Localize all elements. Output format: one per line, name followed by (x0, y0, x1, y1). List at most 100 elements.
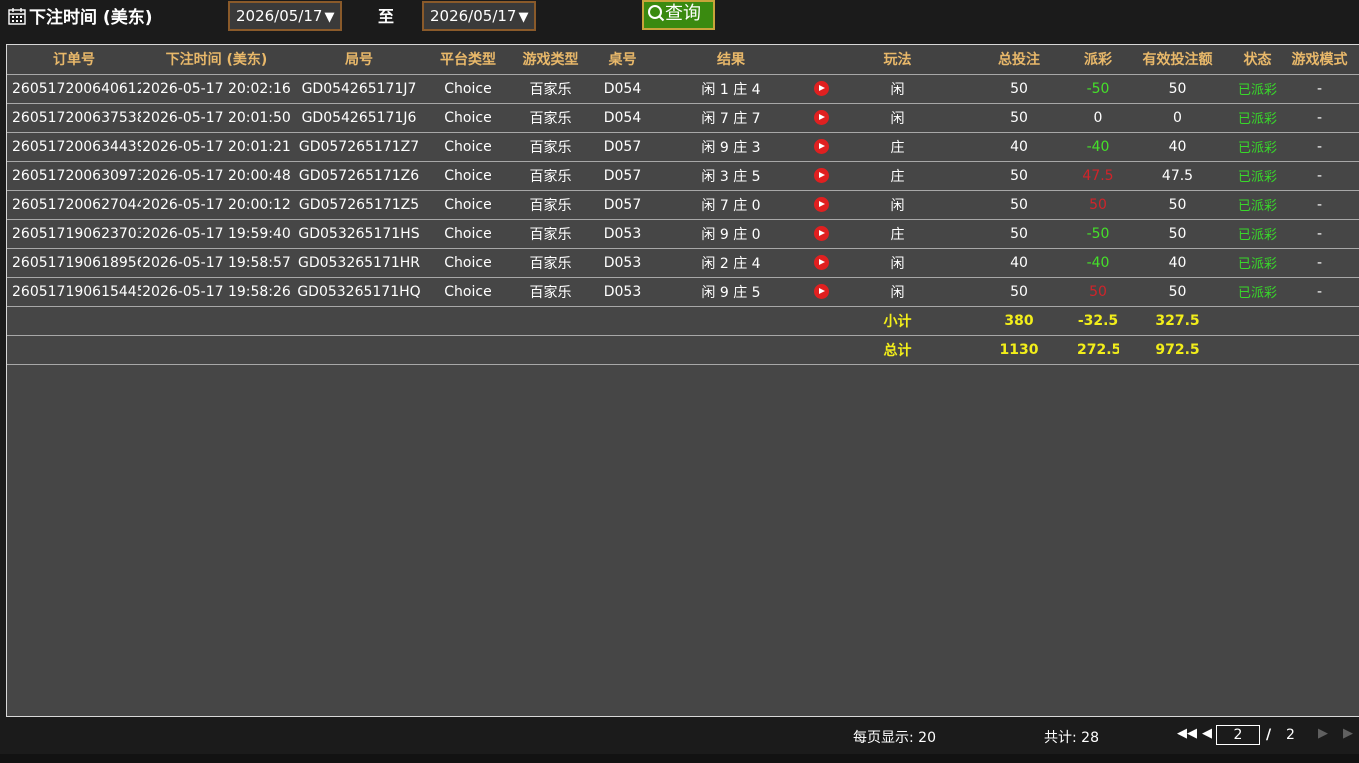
empty-cell (591, 306, 654, 335)
play-replay-icon[interactable] (813, 284, 829, 299)
game-type-cell: 百家乐 (529, 81, 572, 98)
column-header: 游戏模式 (1291, 52, 1348, 69)
bottom-strip (0, 754, 1359, 763)
payout-cell: 47.5 (1082, 167, 1114, 184)
replay-cell (808, 132, 834, 161)
table-number-cell: D057 (603, 196, 642, 213)
table-row: 260517190615445 2026-05-17 19:58:26 GD0532… (7, 277, 1359, 306)
page-separator: / (1266, 727, 1272, 743)
bet-time-cell: 2026-05-17 20:01:50 (142, 109, 291, 126)
table-row: 260517190623703 2026-05-17 19:59:40 GD0532… (7, 219, 1359, 248)
play-replay-icon[interactable] (813, 226, 829, 241)
valid-bet-cell: 0 (1173, 109, 1182, 126)
summary-valid-bet: 327.5 (1155, 312, 1200, 329)
order-id-cell: 260517190618956 (12, 254, 141, 271)
bet-time-cell: 2026-05-17 20:02:16 (142, 80, 291, 97)
payout-cell: 50 (1089, 196, 1107, 213)
table-number-cell: D053 (603, 283, 642, 300)
empty-cell (7, 306, 141, 335)
status-cell: 已派彩 (1237, 170, 1277, 185)
total-bet-cell: 50 (1010, 167, 1028, 184)
order-id-cell: 260517200640612 (12, 80, 141, 97)
table-row: 260517200637538 2026-05-17 20:01:50 GD0542… (7, 103, 1359, 132)
bet-type-cell: 闲 (890, 197, 905, 214)
round-id-cell: GD057265171Z7 (298, 138, 420, 155)
game-mode-cell: - (1316, 283, 1323, 300)
page-number-input[interactable] (1216, 725, 1260, 745)
empty-cell (7, 335, 141, 364)
column-header: 结果 (717, 52, 745, 69)
game-mode-cell: - (1316, 109, 1323, 126)
play-replay-icon[interactable] (813, 110, 829, 125)
platform-cell: Choice (444, 283, 492, 300)
to-label: 至 (378, 7, 395, 26)
prev-page-icon[interactable]: ◀ (1202, 726, 1212, 741)
calendar-icon (8, 8, 26, 25)
round-id-cell: GD057265171Z5 (298, 196, 420, 213)
game-type-cell: 百家乐 (529, 226, 572, 243)
result-cell: 闲 7 庄 0 (701, 197, 761, 214)
result-cell: 闲 2 庄 4 (701, 255, 761, 272)
next-page-icon[interactable]: ▶ (1318, 726, 1328, 741)
game-type-cell: 百家乐 (529, 255, 572, 272)
game-type-cell: 百家乐 (529, 284, 572, 301)
bet-type-cell: 闲 (890, 110, 905, 127)
column-header: 平台类型 (440, 52, 496, 69)
empty-cell (292, 335, 426, 364)
dropdown-arrow-icon: ▼ (518, 10, 529, 25)
total-bet-cell: 50 (1010, 196, 1028, 213)
query-button[interactable]: 查询 (642, 0, 715, 30)
table-row: 260517200627044 2026-05-17 20:00:12 GD0572… (7, 190, 1359, 219)
play-replay-icon[interactable] (813, 168, 829, 183)
round-id-cell: GD053265171HR (297, 254, 421, 271)
column-header: 玩法 (883, 52, 912, 69)
play-replay-icon[interactable] (813, 197, 829, 212)
game-type-cell: 百家乐 (529, 139, 572, 156)
column-header: 游戏类型 (522, 52, 579, 69)
date-from-value: 2026/05/17 (236, 7, 323, 25)
round-id-cell: GD057265171Z6 (298, 167, 420, 184)
platform-cell: Choice (444, 196, 492, 213)
payout-cell: -50 (1086, 80, 1110, 97)
table-header-row: 订单号 下注时间 (美东) 局号 平台类型 游戏类型 桌号 结果 玩法 总投注 派彩 有效投注额 状态… (7, 45, 1359, 74)
result-cell: 闲 3 庄 5 (701, 168, 761, 185)
bet-time-cell: 2026-05-17 20:00:12 (142, 196, 291, 213)
first-page-icon[interactable]: ◀◀ (1177, 726, 1197, 741)
game-mode-cell: - (1316, 138, 1323, 155)
result-cell: 闲 9 庄 0 (701, 226, 761, 243)
table-number-cell: D057 (603, 167, 642, 184)
order-id-cell: 260517190615445 (12, 283, 141, 300)
empty-cell (654, 306, 808, 335)
play-replay-icon[interactable] (813, 255, 829, 270)
empty-cell (808, 306, 834, 335)
summary-total-bet: 1130 (999, 341, 1039, 358)
date-from-select[interactable]: 2026/05/17 ▼ (228, 1, 343, 31)
status-cell: 已派彩 (1237, 112, 1277, 127)
play-replay-icon[interactable] (813, 139, 829, 154)
column-header: 桌号 (608, 52, 637, 69)
table-number-cell: D053 (603, 254, 642, 271)
column-header: 派彩 (1084, 52, 1112, 69)
result-cell: 闲 1 庄 4 (701, 81, 761, 98)
table-number-cell: D057 (603, 138, 642, 155)
empty-cell (426, 335, 510, 364)
summary-payout: -32.5 (1077, 312, 1119, 329)
summary-valid-bet: 972.5 (1155, 341, 1200, 358)
bet-type-cell: 庄 (890, 139, 905, 156)
status-cell: 已派彩 (1237, 83, 1277, 98)
play-replay-icon[interactable] (813, 81, 829, 96)
status-cell: 已派彩 (1237, 199, 1277, 214)
replay-cell (808, 190, 834, 219)
valid-bet-cell: 40 (1168, 254, 1187, 271)
game-type-cell: 百家乐 (529, 110, 572, 127)
result-cell: 闲 9 庄 3 (701, 139, 761, 156)
bet-type-cell: 闲 (890, 284, 905, 301)
empty-cell (141, 335, 292, 364)
date-to-select[interactable]: 2026/05/17 ▼ (422, 1, 537, 31)
replay-cell (808, 74, 834, 103)
empty-cell (808, 335, 834, 364)
column-header: 状态 (1243, 52, 1272, 69)
last-page-icon[interactable]: ▶ (1343, 726, 1353, 741)
empty-cell (426, 306, 510, 335)
bet-type-cell: 闲 (890, 255, 905, 272)
